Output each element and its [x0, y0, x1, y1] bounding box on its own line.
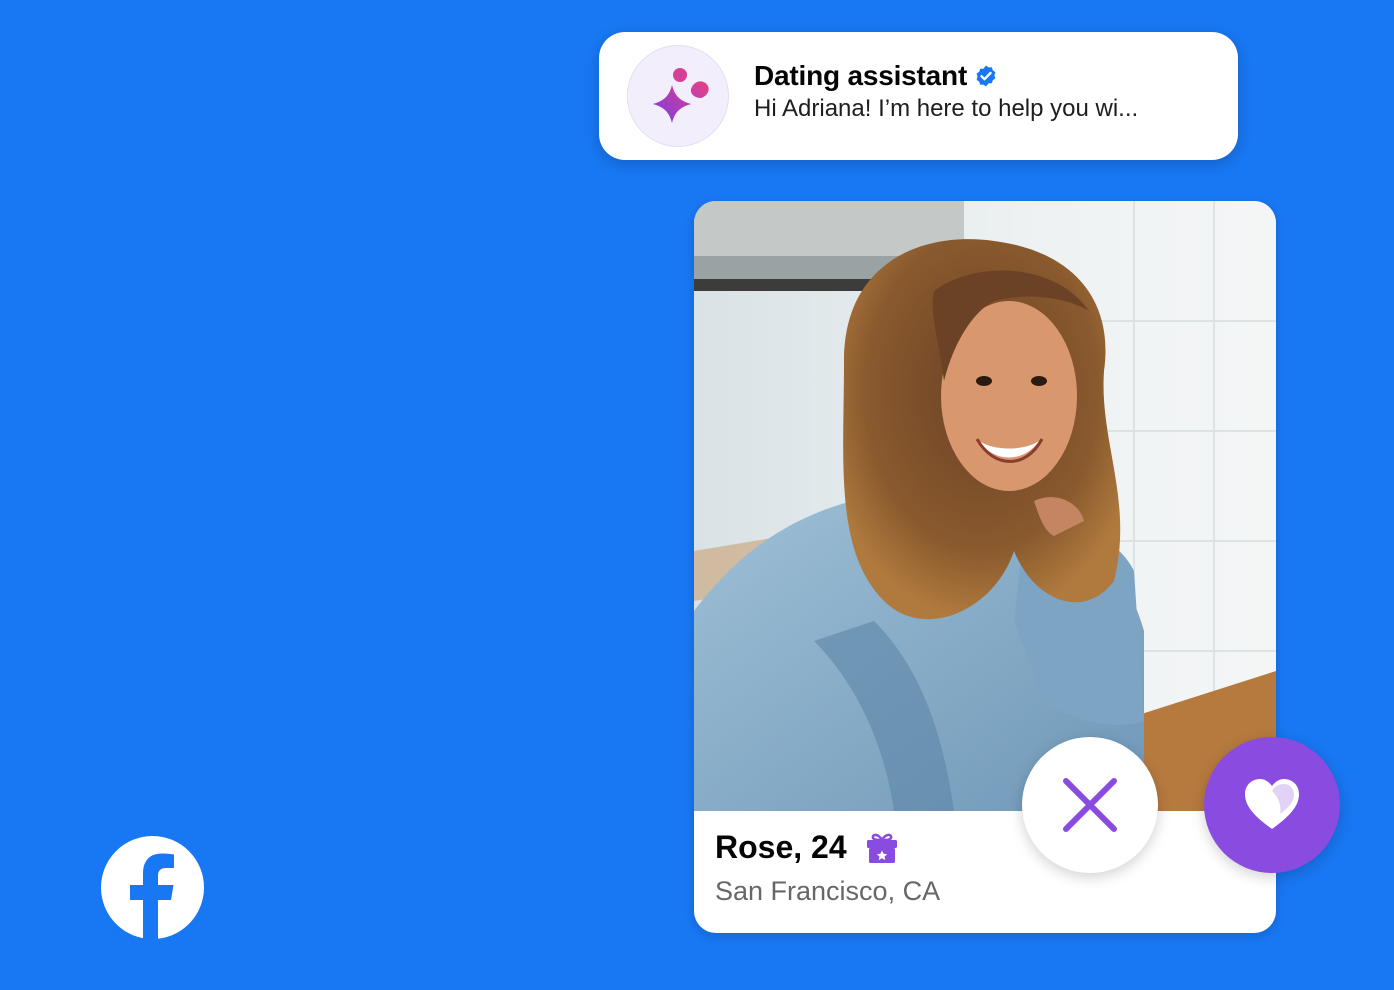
facebook-logo-icon	[101, 836, 204, 939]
sparkle-people-icon	[653, 68, 709, 123]
verified-badge-icon	[974, 64, 998, 88]
close-x-icon	[1063, 778, 1117, 832]
profile-photo	[694, 201, 1276, 811]
assistant-notification[interactable]: Dating assistant Hi Adriana! I’m here to…	[599, 32, 1238, 160]
profile-name-age: Rose, 24	[715, 829, 847, 865]
like-button[interactable]	[1204, 737, 1340, 873]
pass-button[interactable]	[1022, 737, 1158, 873]
profile-name-row: Rose, 24	[715, 829, 900, 866]
assistant-message-preview: Hi Adriana! I’m here to help you wi...	[754, 95, 1139, 122]
assistant-title: Dating assistant	[754, 60, 968, 91]
profile-location: San Francisco, CA	[715, 876, 941, 906]
gift-icon	[864, 830, 900, 866]
assistant-avatar	[627, 45, 729, 147]
profile-card[interactable]: Rose, 24 San Francisco, CA	[694, 201, 1276, 933]
assistant-title-row: Dating assistant	[754, 60, 998, 92]
heart-icon	[1245, 779, 1299, 829]
